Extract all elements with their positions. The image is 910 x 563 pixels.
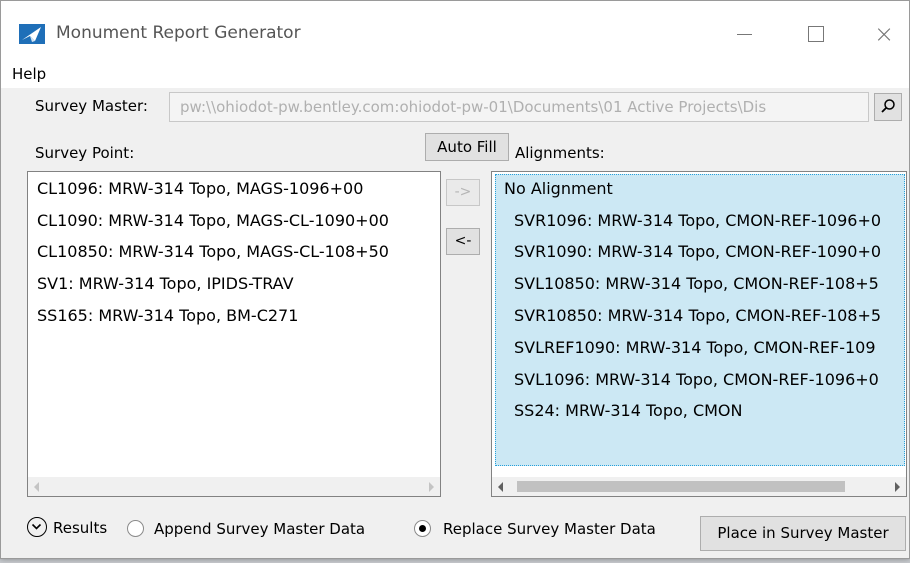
horizontal-scrollbar[interactable] — [28, 477, 440, 496]
scroll-right-icon[interactable] — [895, 482, 900, 492]
list-item[interactable]: SS24: MRW-314 Topo, CMON — [514, 398, 743, 424]
list-item[interactable]: CL1090: MRW-314 Topo, MAGS-CL-1090+00 — [37, 208, 389, 234]
menu-help[interactable]: Help — [12, 65, 46, 83]
list-item[interactable]: SVR10850: MRW-314 Topo, CMON-REF-108+5 — [514, 303, 881, 329]
close-icon: × — [873, 20, 895, 48]
window-title: Monument Report Generator — [56, 23, 301, 43]
search-button[interactable] — [874, 93, 902, 121]
survey-master-label: Survey Master: — [35, 97, 148, 115]
append-radio-label[interactable]: Append Survey Master Data — [154, 520, 365, 538]
survey-master-field[interactable]: pw:\\ohiodot-pw.bentley.com:ohiodot-pw-0… — [169, 92, 869, 122]
monument-app-icon — [19, 24, 45, 44]
list-item[interactable]: SVR1090: MRW-314 Topo, CMON-REF-1090+0 — [514, 239, 881, 265]
horizontal-scrollbar[interactable] — [492, 477, 906, 496]
survey-point-list[interactable]: CL1096: MRW-314 Topo, MAGS-1096+00 CL109… — [27, 171, 441, 497]
results-label: Results — [53, 519, 108, 537]
scroll-right-icon[interactable] — [429, 482, 434, 492]
monument-report-generator-window: Monument Report Generator × Help Survey … — [0, 0, 910, 559]
scroll-left-icon[interactable] — [34, 482, 39, 492]
move-right-button[interactable]: -> — [446, 179, 480, 206]
radio-selected-dot — [419, 525, 426, 532]
replace-radio-label[interactable]: Replace Survey Master Data — [443, 520, 656, 538]
auto-fill-button[interactable]: Auto Fill — [425, 133, 509, 161]
results-expander-button[interactable] — [27, 517, 47, 537]
chevron-down-circle-icon — [31, 523, 42, 530]
move-left-button[interactable]: <- — [446, 228, 480, 255]
list-item[interactable]: SVL1096: MRW-314 Topo, CMON-REF-1096+0 — [514, 367, 879, 393]
list-item[interactable]: SVLREF1090: MRW-314 Topo, CMON-REF-109 — [514, 335, 876, 361]
list-item[interactable]: SVR1096: MRW-314 Topo, CMON-REF-1096+0 — [514, 208, 881, 234]
list-item[interactable]: SS165: MRW-314 Topo, BM-C271 — [37, 303, 298, 329]
place-in-survey-master-button[interactable]: Place in Survey Master — [700, 516, 906, 551]
close-button[interactable]: × — [861, 15, 907, 53]
list-item-no-alignment[interactable]: No Alignment — [504, 176, 613, 202]
alignments-list[interactable]: No Alignment SVR1096: MRW-314 Topo, CMON… — [491, 171, 907, 497]
search-icon — [881, 99, 895, 113]
maximize-icon — [808, 26, 824, 42]
list-item[interactable]: CL10850: MRW-314 Topo, MAGS-CL-108+50 — [37, 239, 389, 265]
replace-radio[interactable] — [414, 520, 431, 537]
minimize-icon — [737, 34, 752, 35]
minimize-button[interactable] — [721, 15, 767, 53]
scrollbar-thumb[interactable] — [517, 481, 845, 492]
maximize-button[interactable] — [793, 15, 839, 53]
survey-point-label: Survey Point: — [35, 144, 135, 162]
menu-bar: Help — [1, 61, 909, 88]
alignments-label: Alignments: — [515, 144, 605, 162]
scroll-left-icon[interactable] — [498, 482, 503, 492]
title-bar[interactable]: Monument Report Generator × — [1, 1, 909, 61]
list-item[interactable]: SV1: MRW-314 Topo, IPIDS-TRAV — [37, 271, 294, 297]
list-item[interactable]: CL1096: MRW-314 Topo, MAGS-1096+00 — [37, 176, 363, 202]
append-radio[interactable] — [127, 520, 144, 537]
list-item[interactable]: SVL10850: MRW-314 Topo, CMON-REF-108+5 — [514, 271, 879, 297]
